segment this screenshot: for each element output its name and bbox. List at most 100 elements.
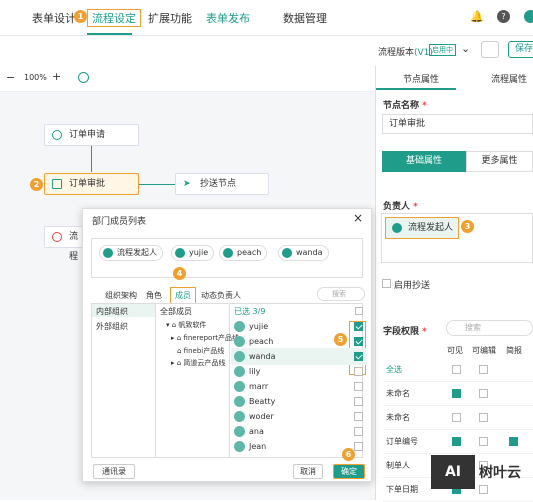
field-name: 未命名 [386,389,410,398]
step-marker-4: 4 [173,267,186,280]
member-checkbox[interactable] [354,337,363,346]
avatar [234,396,245,407]
zoom-bar: − 100% + [0,66,375,92]
member-checkbox[interactable] [354,367,363,376]
comment-button[interactable] [481,41,499,58]
member-checkbox[interactable] [354,352,363,361]
zoom-out-button[interactable]: − [6,71,15,84]
selected-chip[interactable]: peach [219,245,268,261]
editable-checkbox[interactable] [479,485,488,494]
left-item-external[interactable]: 外部组织 [96,321,128,332]
tree-title: 全部成员 [160,307,192,316]
field-row: 全选 [383,358,533,382]
tree-item[interactable]: ▸ ⌂ finereport产品线 [171,333,239,343]
select-all-checkbox[interactable] [355,307,363,315]
divider [155,303,156,458]
user-icon [392,223,402,233]
visible-checkbox[interactable] [452,437,461,446]
left-item-internal[interactable]: 内部组织 [96,306,128,317]
node-name-input[interactable]: 订单审批 [382,114,533,134]
member-name: Jean [249,442,267,451]
tab-form-publish[interactable]: 表单发布 [206,10,250,26]
selected-chip[interactable]: wanda [278,245,329,261]
tab-data-management[interactable]: 数据管理 [283,10,327,26]
field-row: 未命名 [383,382,533,406]
avatar [282,248,292,258]
node-order-approve[interactable]: 订单审批 [44,173,139,195]
tab-org[interactable]: 组织架构 [105,290,137,301]
chip-label: yujie [189,248,209,257]
tab-form-design[interactable]: 表单设计 [32,10,76,26]
basic-props-button[interactable]: 基础属性 [382,151,466,172]
member-search-input[interactable]: 搜索 [317,287,365,301]
chip-label: peach [237,248,262,257]
chevron-down-icon[interactable]: ⌄ [461,42,470,55]
field-perm-label: 字段权限 * [383,327,427,337]
visible-checkbox[interactable] [452,389,461,398]
member-name: woder [249,412,274,421]
member-checkbox[interactable] [354,427,363,436]
send-icon: ➤ [183,179,191,189]
member-name: ana [249,427,264,436]
tree-item[interactable]: ⌂ finebi产品线 [177,346,224,356]
editable-checkbox[interactable] [479,365,488,374]
member-name: lily [249,367,261,376]
brief-checkbox[interactable] [509,437,518,446]
visible-checkbox[interactable] [452,413,461,422]
tab-node-props[interactable]: 节点属性 [403,72,439,85]
selected-chip[interactable]: yujie [171,245,215,261]
avatar [234,381,245,392]
save-button[interactable]: 保存 [508,41,533,58]
tab-dynamic-owner[interactable]: 动态负责人 [201,290,241,301]
more-props-button[interactable]: 更多属性 [466,151,533,172]
divider [229,303,230,458]
editable-checkbox[interactable] [479,389,488,398]
avatar [103,248,113,258]
field-name: 订单编号 [386,437,418,446]
cc-checkbox[interactable] [382,279,391,288]
tab-extensions[interactable]: 扩展功能 [148,10,192,26]
member-name: Beatty [249,397,276,406]
tree-item[interactable]: ▾ ⌂ 帆致软件 [166,320,206,330]
node-name-label: 节点名称 * [383,101,427,111]
bell-icon[interactable]: 🔔 [470,10,484,23]
zoom-in-button[interactable]: + [52,70,61,83]
selected-chip[interactable]: 流程发起人 [99,245,163,261]
node-label: 订单申请 [69,130,106,140]
node-label: 流程 [69,232,79,262]
avatar [234,321,245,332]
watermark-text: 树叶云 [479,465,521,481]
node-end[interactable]: 流程 [44,226,84,262]
locate-icon[interactable] [78,72,89,83]
power-icon [52,232,62,242]
member-checkbox[interactable] [354,412,363,421]
visible-checkbox[interactable] [452,365,461,374]
member-checkbox[interactable] [354,322,363,331]
avatar [234,441,245,452]
confirm-button[interactable]: 确定 [333,464,365,479]
cancel-button[interactable]: 取消 [293,464,323,479]
close-icon[interactable]: × [353,211,363,225]
node-cc[interactable]: ➤ 抄送节点 [175,173,269,195]
member-checkbox[interactable] [354,442,363,451]
edge-line [139,184,175,185]
tab-member[interactable]: 成员 [170,287,196,304]
contacts-button[interactable]: 通讯录 [93,464,135,479]
help-icon[interactable]: ? [497,10,510,23]
avatar[interactable] [524,10,533,23]
tab-flow-props[interactable]: 流程属性 [491,72,527,85]
member-checkbox[interactable] [354,397,363,406]
owner-chip[interactable]: 流程发起人 [385,217,459,239]
chip-label: wanda [296,248,323,257]
avatar [234,351,245,362]
col-editable: 可编辑 [472,346,496,355]
field-search-input[interactable]: 搜索 [446,320,533,336]
editable-checkbox[interactable] [479,437,488,446]
editable-checkbox[interactable] [479,413,488,422]
tab-flow-settings[interactable]: 流程设定 [87,9,141,27]
member-name: marr [249,382,269,391]
node-order-apply[interactable]: 订单申请 [44,124,139,146]
tree-item[interactable]: ▸ ⌂ 简道云产品线 [171,358,225,368]
tab-role[interactable]: 角色 [146,290,162,301]
member-checkbox[interactable] [354,382,363,391]
